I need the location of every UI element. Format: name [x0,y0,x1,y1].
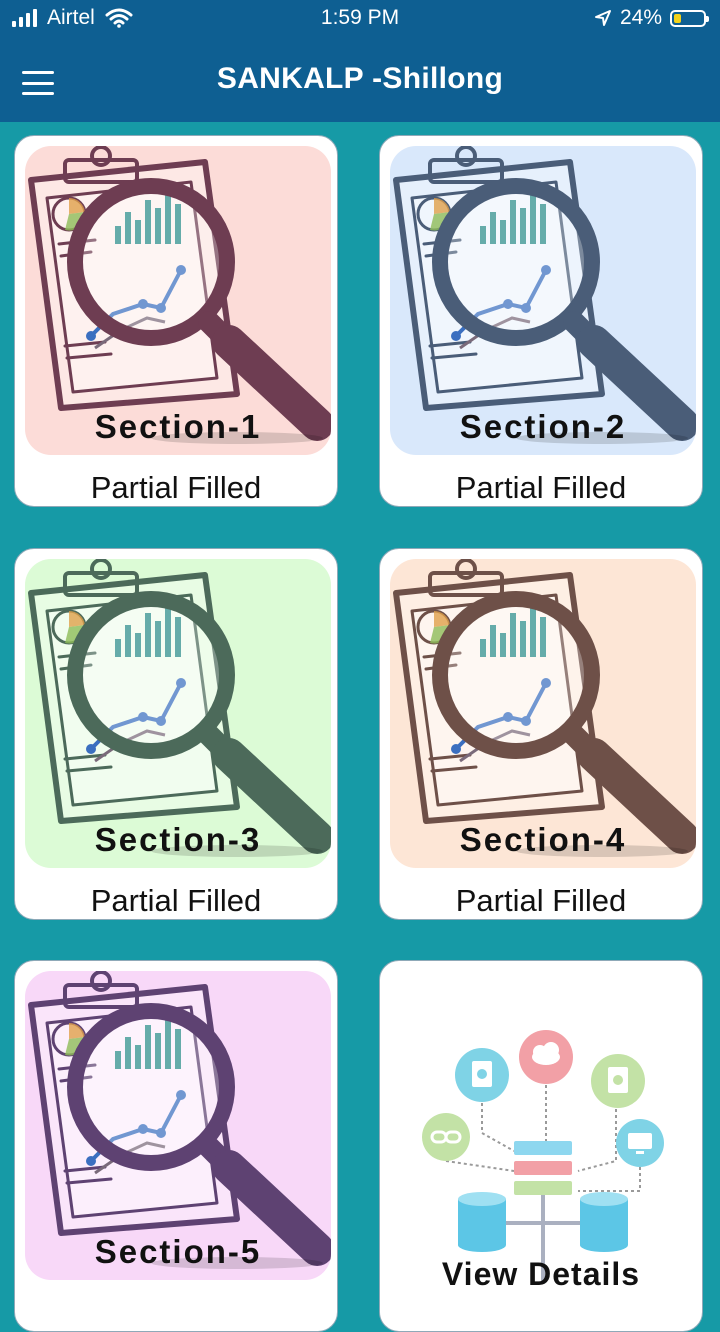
section-3-label: Section-3 [94,821,262,858]
section-card-5[interactable]: Section-5 [14,960,338,1332]
section-card-3[interactable]: Section-3 Partial Filled [14,548,338,920]
section-4-label: Section-4 [459,821,627,858]
link-icon [422,1113,470,1161]
section-1-illustration: Section-1 [25,146,331,455]
network-illustration [422,1030,664,1281]
section-1-status: Partial Filled [90,470,262,505]
document-icon [455,1048,509,1102]
battery-icon [670,9,709,27]
app-bar: SANKALP -Shillong [0,40,720,122]
section-card-1[interactable]: Section-1 Partial Filled [14,135,338,507]
status-right: 24% [594,6,709,30]
section-card-2[interactable]: Section-2 Partial Filled [379,135,703,507]
monitor-icon [616,1119,664,1167]
status-bar: Airtel 1:59 PM 24% [0,0,720,40]
section-3-status: Partial Filled [90,883,262,918]
view-details-card[interactable]: View Details [379,960,703,1332]
section-2-status: Partial Filled [455,470,627,505]
section-1-label: Section-1 [94,408,262,445]
page-title: SANKALP -Shillong [216,62,504,95]
section-4-illustration: Section-4 [390,559,696,868]
section-2-label: Section-2 [459,408,627,445]
location-arrow-icon [594,10,611,26]
cloud-icon [519,1030,573,1084]
view-details-label: View Details [441,1256,641,1292]
section-4-status: Partial Filled [455,883,627,918]
section-5-illustration: Section-5 [25,971,331,1280]
server-rack-icon [514,1141,572,1195]
server-file-icon [591,1054,645,1108]
section-5-label: Section-5 [94,1233,262,1270]
section-2-illustration: Section-2 [390,146,696,455]
section-3-illustration: Section-3 [25,559,331,868]
battery-percent: 24% [619,6,662,29]
section-card-4[interactable]: Section-4 Partial Filled [379,548,703,920]
